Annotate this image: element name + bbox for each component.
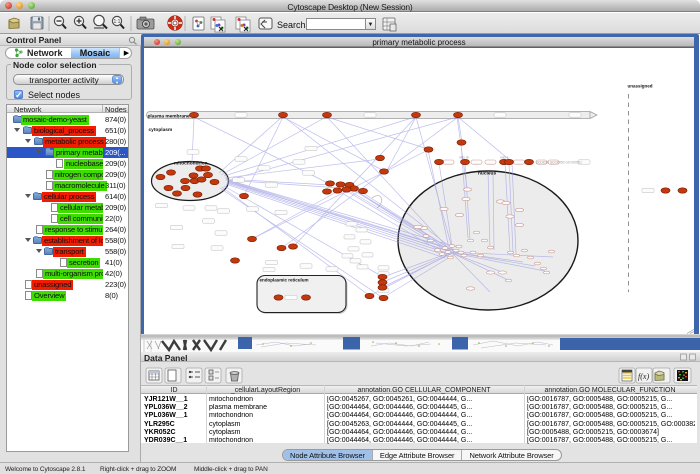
svg-text:cytoplasm: cytoplasm (149, 127, 173, 133)
svg-text:nucleus: nucleus (478, 171, 496, 177)
svg-text:plasma membrane: plasma membrane (148, 114, 190, 120)
svg-text:unassigned: unassigned (628, 84, 653, 89)
svg-text:1:1: 1:1 (114, 19, 121, 25)
svg-text:mitochondrion: mitochondrion (174, 161, 208, 167)
svg-text:f(x): f(x) (638, 372, 649, 381)
svg-text:nucl e: nucl e (500, 156, 509, 160)
svg-text:endoplasmic reticulum: endoplasmic reticulum (260, 278, 309, 283)
svg-text:mito ch: mito ch (459, 156, 470, 160)
svg-text:GO:0016 GO:00052 GO:000521: GO:0016 GO:00052 GO:000521 (536, 160, 582, 164)
